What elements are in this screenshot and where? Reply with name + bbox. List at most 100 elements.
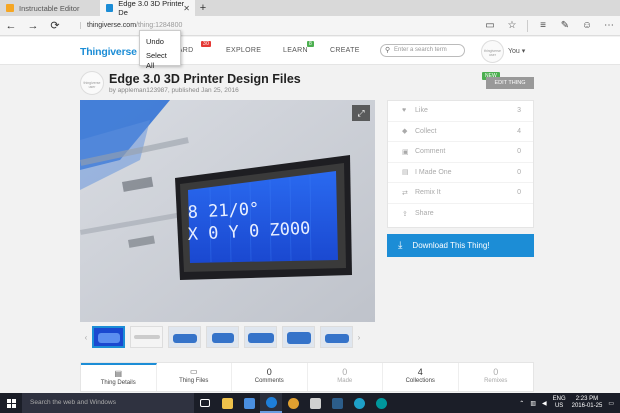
made-one-button[interactable]: ▤ I Made One 0 [388,163,533,183]
share-icon[interactable]: ☺ [576,20,598,32]
thumbnail[interactable] [320,326,353,348]
thumbnail[interactable] [206,326,239,348]
address-bar: ← → ⟳ thingiverse.com/thing:1284800 ▭ ☆ … [0,16,620,36]
file-explorer-icon[interactable] [216,393,238,413]
back-button[interactable]: ← [0,20,22,32]
app-generic-icon[interactable] [304,393,326,413]
lightroom-icon[interactable] [326,393,348,413]
forward-button[interactable]: → [22,20,44,32]
task-view-icon[interactable] [194,393,216,413]
notifications-icon[interactable]: ▭ [608,400,614,407]
expand-image-icon[interactable]: ⤢ [352,105,370,121]
tab-made[interactable]: 0 Made [308,363,383,391]
favorite-star-icon[interactable]: ☆ [501,20,523,32]
stat-count: 3 [517,107,521,115]
download-label: Download This Thing! [412,241,490,250]
comment-button[interactable]: ▣ Comment 0 [388,142,533,163]
tab-title: Instructable Editor [19,3,80,13]
cortana-app-icon[interactable] [348,393,370,413]
thumbnail[interactable] [92,326,125,348]
new-tab-button[interactable]: + [195,0,211,16]
tab-collections[interactable]: 4 Collections [383,363,459,391]
download-button[interactable]: ⤓ Download This Thing! [387,234,534,257]
site-header: Thingiverse OARD 30 EXPLORE LEARN 8 CREA… [0,37,620,65]
creator-avatar[interactable]: thingiverse user [80,71,104,95]
details-icon: ▤ [114,369,123,378]
chrome-icon[interactable] [282,393,304,413]
nav-explore[interactable]: EXPLORE [226,47,261,54]
like-button[interactable]: ♥ Like 3 [388,101,533,122]
collect-icon: ◆ [402,128,408,136]
volume-icon[interactable]: ◀ [542,400,547,407]
tab-thing-files[interactable]: ▭ Thing Files [157,363,232,391]
hub-icon[interactable]: ≡ [532,20,554,32]
network-icon[interactable]: ▥ [530,400,536,407]
download-icon: ⤓ [398,240,403,251]
share-button[interactable]: ⇪ Share [388,204,533,225]
toolbar-divider [527,19,528,32]
system-tray: ⌃ ▥ ◀ ENG US 2:23 PM 2016-01-25 ▭ [519,396,620,410]
stat-label: Remix It [415,189,441,197]
thingiverse-logo[interactable]: Thingiverse [80,46,137,58]
thumbnails-next-button[interactable]: › [353,333,365,342]
search-placeholder: Enter a search term [394,47,447,53]
thumbnail[interactable] [282,326,315,348]
files-icon: ▭ [189,367,198,376]
made-one-icon: ▤ [402,169,409,177]
thumbnails-prev-button[interactable]: ‹ [80,333,92,342]
language-indicator[interactable]: ENG US [553,396,566,410]
close-tab-icon[interactable]: ✕ [183,4,190,13]
tab-thing-details[interactable]: ▤ Thing Details [81,363,157,391]
thingiverse-favicon-icon [106,4,114,12]
arduino-icon[interactable] [370,393,392,413]
url-path: /thing:1284800 [136,22,183,29]
remix-button[interactable]: ⇄ Remix It 0 [388,183,533,204]
web-note-icon[interactable]: ✎ [554,20,576,32]
windows-taskbar: Search the web and Windows ⌃ ▥ ◀ ENG US … [0,393,620,413]
user-menu[interactable]: You ▾ [508,47,525,55]
thing-byline: by appleman123987, published Jan 25, 201… [109,87,239,94]
tab-label: Collections [405,378,435,384]
edit-thing-button[interactable]: EDIT THING [486,77,534,89]
stat-count: 0 [517,168,521,176]
thumbnail-strip: ‹ › [80,323,375,351]
edge-browser-icon[interactable] [260,393,282,413]
context-menu-undo[interactable]: Undo [140,35,180,49]
tab-label: Comments [254,378,284,384]
nav-learn[interactable]: LEARN 8 [283,41,315,54]
taskbar-clock[interactable]: 2:23 PM 2016-01-25 [572,396,603,410]
search-input[interactable]: ⚲ Enter a search term [380,44,465,57]
clock-date: 2016-01-25 [571,403,603,409]
tab-count: 0 [342,367,348,377]
instructables-favicon-icon [6,4,14,12]
taskbar-search-input[interactable]: Search the web and Windows [22,393,194,413]
collect-button[interactable]: ◆ Collect 4 [388,122,533,142]
main-thing-image[interactable]: 8 21/0° X 0 Y 0 Z000 [80,100,375,322]
user-avatar[interactable]: thingiverse user [481,40,504,63]
store-icon[interactable] [238,393,260,413]
url-domain: thingiverse.com [87,22,137,29]
url-field[interactable]: thingiverse.com/thing:1284800 [80,22,380,29]
tab-comments[interactable]: 0 Comments [232,363,308,391]
nav-learn-label: LEARN [283,47,308,54]
remix-icon: ⇄ [402,189,408,197]
thumbnail[interactable] [168,326,201,348]
thumbnail[interactable] [244,326,277,348]
thing-tabs: ▤ Thing Details ▭ Thing Files 0 Comments… [80,362,534,392]
context-menu-select-all[interactable]: Select All [140,49,180,73]
stat-count: 0 [517,189,521,197]
thumbnail[interactable] [130,326,163,348]
lcd-line-1: 8 21/0° [187,199,260,223]
tab-remixes[interactable]: 0 Remixes [459,363,534,391]
browser-tab-thingiverse[interactable]: Edge 3.0 3D Printer De ✕ [100,0,195,17]
start-button[interactable] [0,393,22,413]
tray-chevron-icon[interactable]: ⌃ [519,400,524,407]
refresh-button[interactable]: ⟳ [44,19,66,32]
comment-icon: ▣ [402,148,409,156]
stat-label: Share [415,210,434,218]
more-icon[interactable]: ⋯ [598,20,620,32]
reading-view-icon[interactable]: ▭ [479,20,501,32]
lcd-photo: 8 21/0° X 0 Y 0 Z000 [80,100,375,322]
nav-create[interactable]: CREATE [330,47,360,54]
browser-tab-instructable[interactable]: Instructable Editor [0,0,100,16]
